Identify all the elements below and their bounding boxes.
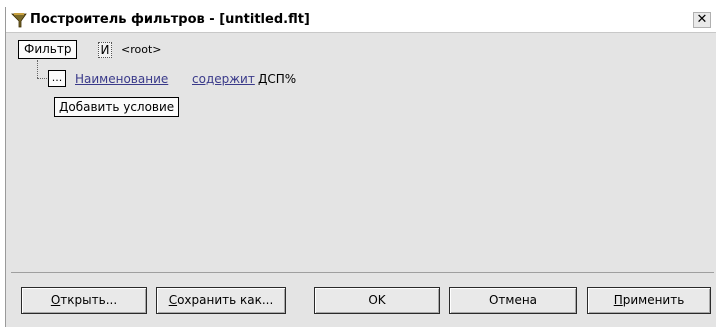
title-bar: Построитель фильтров - [untitled.flt] ✕ <box>6 7 716 33</box>
apply-accel: П <box>613 293 623 307</box>
close-button[interactable]: ✕ <box>693 12 711 28</box>
filter-tree-panel: Фильтр И <root> ... Наименование содержи… <box>11 38 714 273</box>
open-accel: О <box>50 293 61 307</box>
condition-operator-link[interactable]: содержит <box>192 72 255 86</box>
condition-menu-button[interactable]: ... <box>48 70 66 87</box>
save-as-accel: С <box>168 293 178 307</box>
filter-builder-window: Построитель фильтров - [untitled.flt] ✕ … <box>5 7 716 327</box>
filter-app-icon <box>11 12 27 28</box>
root-label: <root> <box>121 43 162 56</box>
tree-connector-vertical <box>37 60 38 78</box>
open-label: ткрыть... <box>60 293 118 307</box>
save-as-label: охранить как... <box>177 293 274 307</box>
cancel-button[interactable]: Отмена <box>449 287 577 314</box>
condition-field-link[interactable]: Наименование <box>75 72 168 86</box>
ok-button[interactable]: OK <box>314 287 440 314</box>
tree-connector-horizontal <box>37 78 47 79</box>
apply-button[interactable]: Применить <box>587 287 711 314</box>
apply-label: рименить <box>622 293 685 307</box>
root-operator-toggle[interactable]: И <box>98 42 112 58</box>
window-title: Построитель фильтров - [untitled.flt] <box>30 12 310 27</box>
condition-value[interactable]: ДСП% <box>258 72 296 86</box>
close-icon: ✕ <box>696 12 708 27</box>
filter-root-button[interactable]: Фильтр <box>18 40 78 59</box>
open-button[interactable]: Открыть... <box>21 287 147 314</box>
dialog-button-bar: Открыть... Сохранить как... OK Отмена Пр… <box>6 274 716 327</box>
save-as-button[interactable]: Сохранить как... <box>156 287 286 314</box>
add-condition-button[interactable]: Добавить условие <box>54 97 180 117</box>
